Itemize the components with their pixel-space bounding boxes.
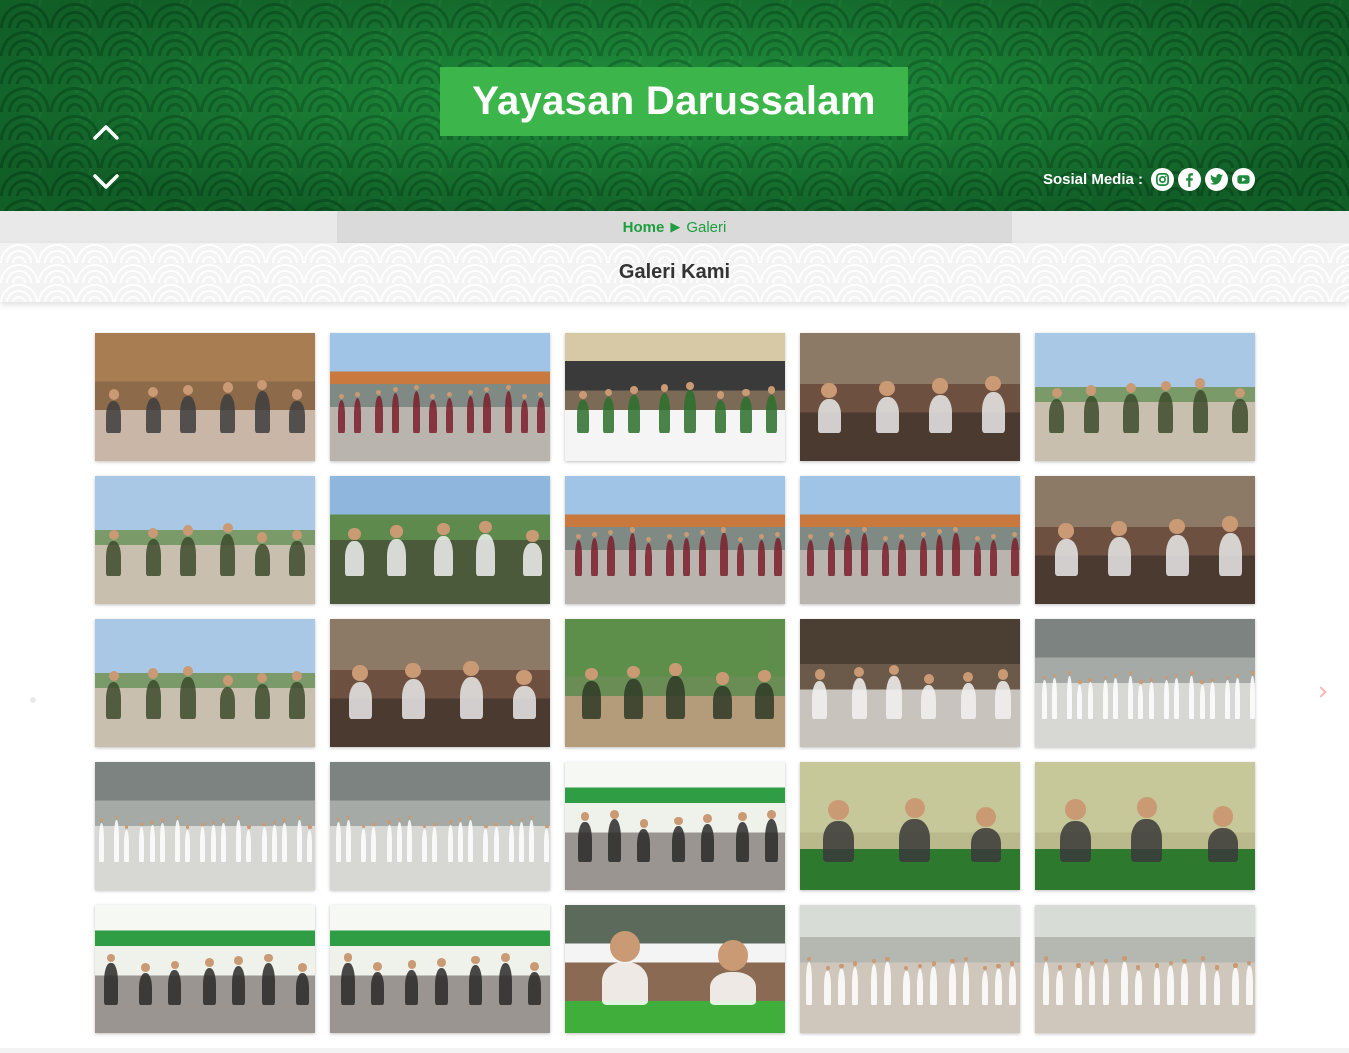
- breadcrumb-bar: Home ▶ Galeri: [0, 211, 1349, 243]
- gallery-photo[interactable]: [330, 619, 550, 747]
- site-title: Yayasan Darussalam: [472, 79, 876, 123]
- photo-content: [95, 666, 315, 719]
- youtube-link[interactable]: [1232, 167, 1255, 191]
- gallery-photo[interactable]: [800, 905, 1020, 1033]
- gallery-photo[interactable]: [800, 476, 1020, 604]
- gallery-photo[interactable]: [565, 762, 785, 890]
- section-header: Galeri Kami: [0, 243, 1349, 302]
- chevron-up-icon: [93, 125, 119, 140]
- page-bottom-strip: [0, 1048, 1349, 1053]
- gallery-photo[interactable]: [330, 333, 550, 461]
- photo-content: [565, 809, 785, 862]
- gallery-photo[interactable]: [95, 333, 315, 461]
- breadcrumb-separator-icon: ▶: [670, 219, 681, 234]
- page-title: Galeri Kami: [618, 261, 731, 283]
- breadcrumb-home-link[interactable]: Home: [623, 219, 665, 236]
- gallery: [95, 333, 1255, 1033]
- gallery-photo[interactable]: [330, 762, 550, 890]
- slider-next-indicator: [1315, 686, 1327, 698]
- gallery-grid: [95, 333, 1255, 1033]
- gallery-photo[interactable]: [565, 333, 785, 461]
- gallery-photo[interactable]: [95, 476, 315, 604]
- photo-content: [330, 384, 550, 433]
- gallery-photo[interactable]: [1035, 333, 1255, 461]
- gallery-photo[interactable]: [95, 905, 315, 1033]
- photo-content: [330, 953, 550, 1005]
- gallery-photo[interactable]: [330, 476, 550, 604]
- facebook-icon: [1186, 172, 1193, 187]
- scroll-up-button[interactable]: [93, 124, 119, 140]
- gallery-photo[interactable]: [330, 905, 550, 1033]
- twitter-link[interactable]: [1205, 167, 1228, 191]
- photo-content: [800, 526, 1020, 576]
- photo-content: [330, 660, 550, 719]
- photo-content: [565, 381, 785, 433]
- photo-content: [1035, 671, 1255, 719]
- instagram-icon: [1156, 172, 1169, 186]
- photo-content: [565, 527, 785, 576]
- photo-content: [1035, 956, 1255, 1005]
- photo-content: [95, 953, 315, 1005]
- instagram-link[interactable]: [1151, 167, 1174, 191]
- social-media-label: Sosial Media :: [1042, 170, 1143, 188]
- photo-content: [330, 520, 550, 576]
- gallery-photo[interactable]: [1035, 476, 1255, 604]
- photo-content: [800, 956, 1020, 1005]
- gallery-photo[interactable]: [800, 333, 1020, 461]
- photo-content: [1035, 516, 1255, 576]
- facebook-link[interactable]: [1178, 167, 1201, 191]
- chevron-down-icon: [93, 174, 119, 189]
- photo-content: [330, 815, 550, 862]
- slider-prev-indicator: [30, 697, 36, 703]
- photo-content: [95, 380, 315, 433]
- photo-content: [565, 930, 785, 1005]
- photo-content: [800, 375, 1020, 433]
- gallery-photo[interactable]: [95, 762, 315, 890]
- photo-content: [1035, 797, 1255, 862]
- gallery-photo[interactable]: [565, 619, 785, 747]
- breadcrumb: Home ▶ Galeri: [337, 211, 1012, 243]
- gallery-photo[interactable]: [1035, 762, 1255, 890]
- photo-content: [95, 816, 315, 862]
- gallery-photo[interactable]: [800, 619, 1020, 747]
- gallery-photo[interactable]: [800, 762, 1020, 890]
- photo-content: [95, 523, 315, 576]
- photo-content: [565, 663, 785, 719]
- hero-banner: Yayasan Darussalam Sosial Media :: [0, 0, 1349, 211]
- site-title-box: Yayasan Darussalam: [440, 67, 908, 136]
- photo-content: [1035, 378, 1255, 433]
- gallery-photo[interactable]: [565, 905, 785, 1033]
- twitter-icon: [1209, 173, 1224, 185]
- gallery-photo[interactable]: [95, 619, 315, 747]
- breadcrumb-current: Galeri: [686, 218, 727, 236]
- photo-content: [800, 797, 1020, 862]
- youtube-icon: [1237, 174, 1250, 184]
- photo-content: [800, 664, 1020, 719]
- gallery-photo[interactable]: [1035, 905, 1255, 1033]
- gallery-photo[interactable]: [1035, 619, 1255, 747]
- gallery-photo[interactable]: [565, 476, 785, 604]
- social-media-bar: Sosial Media :: [1043, 167, 1255, 191]
- scroll-down-button[interactable]: [93, 174, 119, 190]
